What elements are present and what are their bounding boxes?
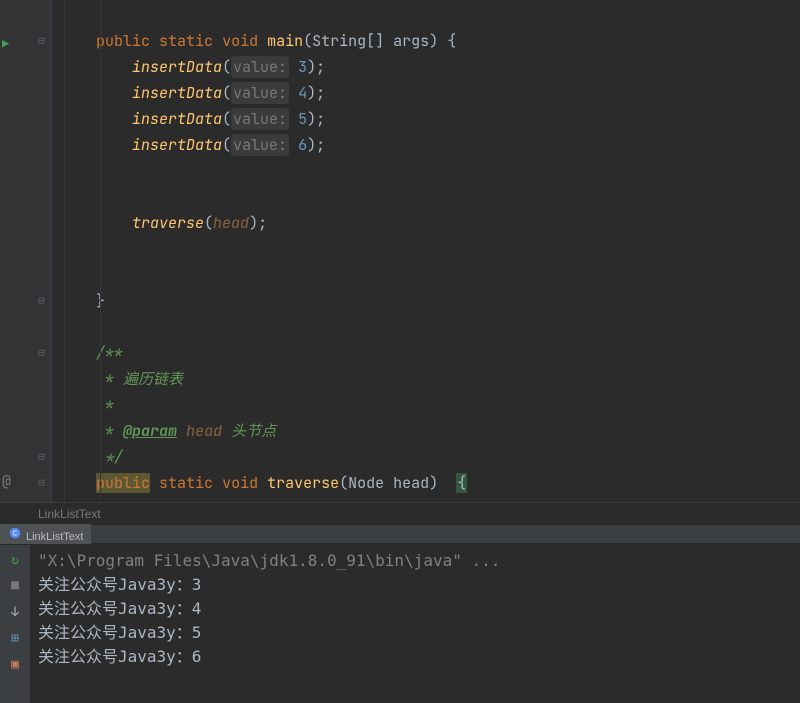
javadoc-param: * @param head 头节点 bbox=[52, 418, 800, 444]
code-line-insert-1: insertData(value: 3); bbox=[52, 54, 800, 80]
console-toolbar: ↻ ■ ↓ ⊞ ▣ bbox=[0, 545, 30, 703]
stop-icon[interactable]: ■ bbox=[6, 577, 24, 595]
console-line: 关注公众号Java3y：6 bbox=[38, 645, 792, 669]
fold-icon[interactable]: ⊟ bbox=[38, 346, 45, 360]
javadoc-close: */ bbox=[52, 444, 800, 470]
javadoc-line: * 遍历链表 bbox=[52, 366, 800, 392]
code-line-traverse-call: traverse(head); bbox=[52, 210, 800, 236]
console-command: "X:\Program Files\Java\jdk1.8.0_91\bin\j… bbox=[38, 549, 792, 573]
run-icon[interactable]: ▶ bbox=[2, 36, 9, 52]
override-icon[interactable]: @ bbox=[2, 471, 11, 491]
breadcrumb-item[interactable]: LinkListText bbox=[38, 507, 101, 521]
console-panel: ↻ ■ ↓ ⊞ ▣ "X:\Program Files\Java\jdk1.8.… bbox=[0, 544, 800, 703]
code-line-insert-2: insertData(value: 4); bbox=[52, 80, 800, 106]
code-line bbox=[52, 158, 800, 184]
console-line: 关注公众号Java3y：3 bbox=[38, 573, 792, 597]
run-tab-label: LinkListText bbox=[26, 531, 83, 543]
console-line: 关注公众号Java3y：5 bbox=[38, 621, 792, 645]
rerun-icon[interactable]: ↻ bbox=[6, 551, 24, 569]
code-line-close-brace: } bbox=[52, 288, 800, 314]
fold-close-icon[interactable]: ⊟ bbox=[38, 450, 45, 464]
code-line-main-decl: public static void main(String[] args) { bbox=[52, 28, 800, 54]
javadoc-line: * bbox=[52, 392, 800, 418]
code-line bbox=[52, 314, 800, 340]
java-class-icon: C bbox=[8, 526, 22, 540]
code-line-insert-3: insertData(value: 5); bbox=[52, 106, 800, 132]
expand-icon[interactable]: ▣ bbox=[6, 655, 24, 673]
console-output[interactable]: "X:\Program Files\Java\jdk1.8.0_91\bin\j… bbox=[30, 545, 800, 703]
breadcrumb[interactable]: LinkListText bbox=[0, 502, 800, 524]
code-line-insert-4: insertData(value: 6); bbox=[52, 132, 800, 158]
code-line bbox=[52, 184, 800, 210]
code-line bbox=[52, 2, 800, 28]
code-editor[interactable]: ▶ ⊟ ⊟ ⊟ ⊟ @ ⊟ public static void main(St… bbox=[0, 0, 800, 502]
svg-text:C: C bbox=[12, 531, 17, 538]
code-line bbox=[52, 236, 800, 262]
fold-icon[interactable]: ⊟ bbox=[38, 476, 45, 490]
code-content[interactable]: public static void main(String[] args) {… bbox=[52, 0, 800, 502]
layout-icon[interactable]: ⊞ bbox=[6, 629, 24, 647]
console-line: 关注公众号Java3y：4 bbox=[38, 597, 792, 621]
code-line bbox=[52, 262, 800, 288]
code-line-traverse-decl: public static void traverse(Node head) { bbox=[52, 470, 800, 496]
editor-gutter: ▶ ⊟ ⊟ ⊟ ⊟ @ ⊟ bbox=[0, 0, 52, 502]
javadoc-open: /** bbox=[52, 340, 800, 366]
run-tab[interactable]: C LinkListText bbox=[0, 524, 91, 544]
fold-icon[interactable]: ⊟ bbox=[38, 34, 45, 48]
fold-close-icon[interactable]: ⊟ bbox=[38, 294, 45, 308]
run-tab-bar: C LinkListText bbox=[0, 524, 800, 544]
down-icon[interactable]: ↓ bbox=[6, 603, 24, 621]
